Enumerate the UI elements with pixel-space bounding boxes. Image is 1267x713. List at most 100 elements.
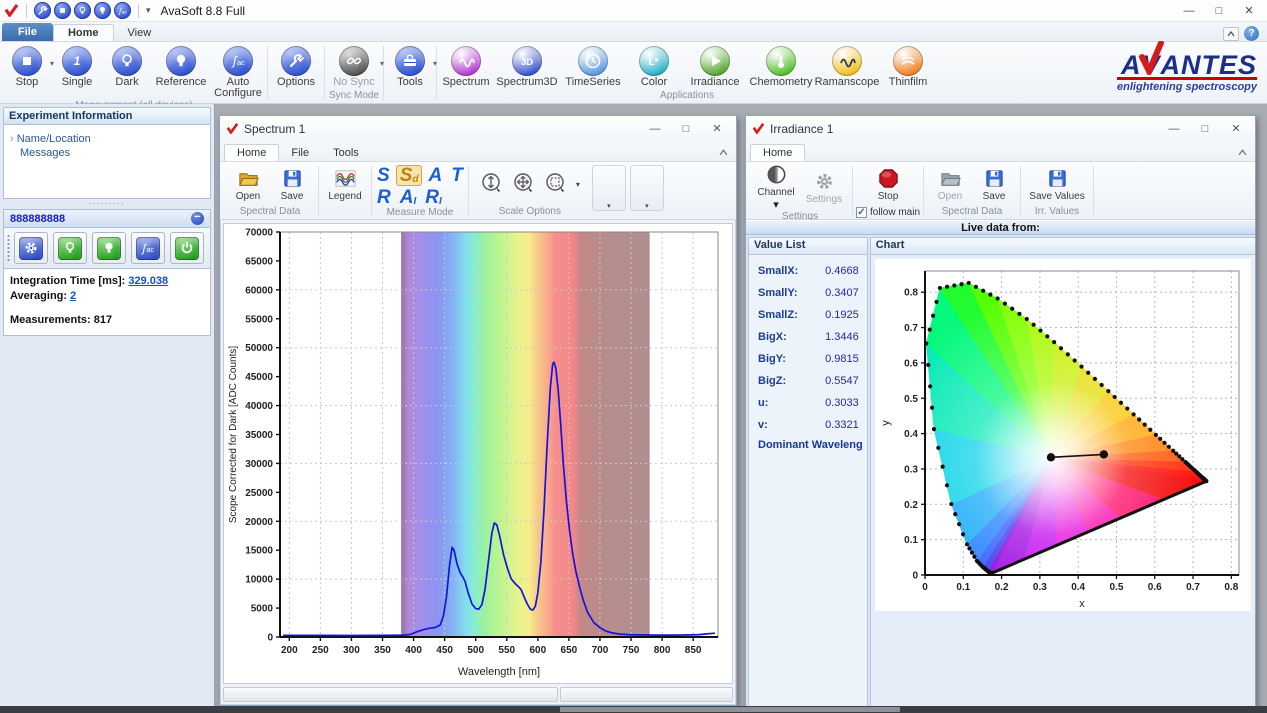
close-button[interactable]: ✕ [1235,2,1263,20]
single-button[interactable]: 1 Single [52,45,102,88]
follow-main-checkbox[interactable]: ✓ follow main [854,206,922,219]
svg-text:0.7: 0.7 [1186,582,1200,593]
stop-button[interactable]: ▾ Stop [2,45,52,88]
measure-mode-ai[interactable]: AI [400,188,417,207]
maximize-button[interactable]: □ [673,120,699,137]
avasoft-logo-icon [752,123,765,134]
spectrum-window-titlebar[interactable]: Spectrum 1 — □ ✕ [220,116,736,141]
y-axis-title: Scope Corrected for Dark [ADC Counts] [228,346,239,524]
device-info: Integration Time [ms]: 329.038 Averaging… [3,269,211,336]
maximize-button[interactable]: □ [1205,2,1233,20]
channel-icon [765,163,788,186]
measure-mode-s[interactable]: S [377,166,390,185]
measure-mode-a[interactable]: A [428,166,442,185]
measure-mode-sd[interactable]: Sd [396,165,423,186]
tree-item-messages[interactable]: Messages [10,147,204,159]
reference-button[interactable]: Reference [152,45,210,88]
device-reference-button[interactable] [92,232,126,264]
tab-file[interactable]: File [2,23,53,41]
save-button[interactable]: Save [271,167,313,202]
app-button-ramanscope[interactable]: Ramanscope [814,45,880,88]
close-button[interactable]: ✕ [1223,120,1249,137]
divider [923,166,924,216]
integration-time-link[interactable]: 329.038 [128,275,168,287]
app-button-color[interactable]: L*Color [626,45,682,88]
device-autoconfigure-button[interactable]: ʃac [131,232,165,264]
measure-mode-ri[interactable]: RI [425,188,442,207]
tools-button[interactable]: ▾ Tools [385,45,435,88]
app-button-irradiance[interactable]: Irradiance [682,45,748,88]
irr-save-button[interactable]: Save [973,167,1015,202]
quick-reference-icon[interactable] [94,2,111,19]
close-button[interactable]: ✕ [704,120,730,137]
measure-mode-r[interactable]: R [377,188,391,207]
divider [383,46,384,100]
minimize-button[interactable]: — [1175,2,1203,20]
cie-chromaticity-chart[interactable]: 00.10.20.30.40.50.60.70.800.10.20.30.40.… [875,259,1251,611]
channel-caret-icon[interactable]: ▾ [773,198,779,211]
collapse-ribbon-icon[interactable] [719,147,732,161]
averaging-link[interactable]: 2 [70,290,76,302]
app-button-spectrum3d[interactable]: 3DSpectrum3D [494,45,560,88]
app-button-chemometry[interactable]: Chemometry [748,45,814,88]
no-sync-button[interactable]: ▾ No Sync [326,45,382,88]
quick-autoconfigure-icon[interactable]: ʃac [114,2,131,19]
irr-stop-button[interactable]: Stop [858,167,918,202]
tree-item-name-location[interactable]: › Name/Location [10,133,204,145]
empty-dropdown-2[interactable] [630,165,664,211]
lstar-icon: L* [639,46,669,76]
device-dark-button[interactable] [53,232,87,264]
device-settings-button[interactable] [14,232,48,264]
drag-handle[interactable] [7,234,10,262]
integration-time-label: Integration Time [ms]: [10,275,125,287]
collapse-device-panel-icon[interactable]: − [191,212,204,225]
zoom-box-icon[interactable] [544,171,568,198]
app-title: AvaSoft 8.8 Full [161,4,246,18]
measure-mode-t[interactable]: T [451,166,463,185]
auto-configure-button[interactable]: ʃac Auto Configure [210,45,266,99]
quick-dark-icon[interactable] [74,2,91,19]
expander-icon[interactable]: › [10,133,14,145]
spectrum-chart[interactable]: 0500010000150002000025000300003500040000… [224,224,728,679]
experiment-tree: › Name/Location Messages [3,125,211,199]
clock-icon [578,46,608,76]
save-values-button[interactable]: Save Values [1026,167,1088,202]
scale-options-caret-icon[interactable]: ▾ [576,180,580,189]
minimize-button[interactable]: — [642,120,668,137]
app-button-spectrum[interactable]: Spectrum [438,45,494,88]
help-icon[interactable]: ? [1244,26,1259,41]
tab-view[interactable]: View [114,25,166,41]
app-button-thinfilm[interactable]: Thinfilm [880,45,936,88]
irr-settings-button[interactable]: Settings [801,170,847,205]
customize-qat-caret-icon[interactable]: ▾ [146,5,151,16]
collapse-ribbon-icon[interactable] [1223,27,1239,41]
options-button[interactable]: Options [269,45,323,88]
empty-dropdown-1[interactable] [592,165,626,211]
tab-tools[interactable]: Tools [321,145,371,161]
tab-home[interactable]: Home [750,144,805,161]
irradiance-window-titlebar[interactable]: Irradiance 1 — □ ✕ [746,116,1255,141]
quick-access-toolbar: ʃac [34,2,131,19]
open-button[interactable]: Open [227,167,269,202]
tools-toolbox-icon [395,46,425,76]
quick-stop-icon[interactable] [54,2,71,19]
sidebar-splitter[interactable]: ········· [3,199,211,209]
spectral-data-group-label: Spectral Data [925,206,1019,219]
tab-file[interactable]: File [279,145,321,161]
irr-open-button[interactable]: Open [929,167,971,202]
device-power-button[interactable] [170,232,204,264]
quick-options-icon[interactable] [34,2,51,19]
maximize-button[interactable]: □ [1192,120,1218,137]
scale-both-axes-icon[interactable] [512,171,536,198]
minimize-button[interactable]: — [1161,120,1187,137]
dark-button[interactable]: Dark [102,45,152,88]
legend-button[interactable]: Legend [324,167,366,202]
scale-y-axis-icon[interactable] [480,171,504,198]
3d-icon: 3D [512,46,542,76]
channel-button[interactable]: Channel ▾ [753,163,799,211]
applications-group-label: Applications [438,89,936,103]
tab-home[interactable]: Home [53,24,114,41]
tab-home[interactable]: Home [224,144,279,161]
collapse-ribbon-icon[interactable] [1238,147,1251,161]
app-button-timeseries[interactable]: TimeSeries [560,45,626,88]
